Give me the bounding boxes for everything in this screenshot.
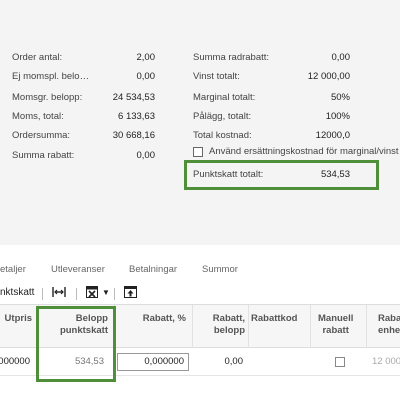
column-divider (248, 305, 249, 349)
summary-value: 24 534,53 (112, 91, 155, 103)
excel-export-icon[interactable] (86, 286, 98, 301)
header-line: Manuell (318, 313, 354, 324)
summary-row-ej-momspl-belopp: Ej momspl. belo… 0,00 (12, 68, 155, 84)
cell-rabatt-pct[interactable]: 0,000000 (144, 356, 184, 367)
summary-value: 30 668,16 (112, 129, 155, 141)
summary-label: Summa rabatt: (12, 149, 75, 161)
summary-label: Ordersumma: (12, 129, 71, 141)
summary-row-summa-radrabatt: Summa radrabatt: 0,00 (193, 49, 350, 65)
summary-value: 0,00 (331, 51, 351, 63)
fit-columns-icon[interactable] (52, 286, 66, 301)
toolbar-separator (114, 288, 115, 300)
summary-value: 12 000,00 (307, 70, 350, 82)
replacement-cost-checkbox[interactable] (193, 146, 203, 157)
summary-row-moms-total: Moms, total: 6 133,63 (12, 108, 155, 124)
summary-value: 50% (330, 91, 350, 103)
grid-toolbar: nktskatt ▼ (0, 285, 400, 303)
summary-row-summa-rabatt: Summa rabatt: 0,00 (12, 147, 155, 163)
summary-row-marginal-totalt: Marginal totalt: 50% (193, 89, 350, 105)
cell-rabatt-enhet[interactable]: 12 000, (372, 356, 400, 367)
column-divider (192, 305, 193, 349)
column-header-rabatt-belopp[interactable]: Rabatt, belopp (213, 313, 245, 337)
order-summary-panel: Order antal: 2,00 Ej momspl. belo… 0,00 … (0, 0, 400, 245)
toolbar-separator (42, 288, 43, 300)
tab-bar: etaljer Utleveranser Betalningar Summor (0, 264, 400, 278)
tab-summor[interactable]: Summor (202, 264, 238, 275)
summary-value: 100% (325, 110, 350, 122)
summary-label: Marginal totalt: (193, 91, 256, 103)
upload-icon[interactable] (124, 286, 137, 301)
summary-value: 0,00 (136, 70, 156, 82)
summary-label: Summa radrabatt: (193, 51, 270, 63)
column-header-manuell-rabatt[interactable]: Manuell rabatt (318, 313, 353, 337)
toolbar-punktskatt-button[interactable]: nktskatt (0, 287, 34, 298)
summary-value: 12000,0 (315, 129, 350, 141)
column-header-rabattkod[interactable]: Rabattkod (251, 313, 297, 325)
column-header-utpris[interactable]: Utpris (5, 313, 32, 325)
tab-utleveranser[interactable]: Utleveranser (51, 264, 105, 275)
tab-betalningar[interactable]: Betalningar (129, 264, 177, 275)
summary-value: 0,00 (136, 149, 156, 161)
manuell-rabatt-checkbox[interactable] (335, 357, 345, 367)
header-line: Raba (378, 313, 400, 324)
summary-row-vinst-totalt: Vinst totalt: 12 000,00 (193, 68, 350, 84)
header-line: belopp (213, 325, 245, 336)
tab-detaljer[interactable]: etaljer (0, 264, 26, 275)
summary-label: Total kostnad: (193, 129, 252, 141)
summary-label: Pålägg, totalt: (193, 110, 252, 122)
summary-value: 6 133,63 (118, 110, 155, 122)
summary-row-total-kostnad: Total kostnad: 12000,0 (193, 127, 350, 143)
cell-rabatt-belopp[interactable]: 0,00 (225, 356, 244, 367)
summary-label: Vinst totalt: (193, 70, 240, 82)
summary-label: Ej momspl. belo… (12, 70, 90, 82)
header-line: rabatt (322, 325, 349, 336)
replacement-cost-label: Använd ersättningskostnad för marginal/v… (209, 146, 399, 157)
column-header-rabatt-pct[interactable]: Rabatt, % (143, 313, 186, 325)
summary-label: Momsgr. belopp: (12, 91, 83, 103)
column-divider (310, 305, 311, 349)
summary-row-ordersumma: Ordersumma: 30 668,16 (12, 127, 155, 143)
chevron-down-icon[interactable]: ▼ (102, 288, 110, 297)
replacement-cost-checkbox-row[interactable]: Använd ersättningskostnad för marginal/v… (193, 146, 399, 157)
summary-row-momsgr-belopp: Momsgr. belopp: 24 534,53 (12, 89, 155, 105)
summary-value: 2,00 (136, 51, 156, 63)
toolbar-separator (76, 288, 77, 300)
cell-utpris[interactable]: 0,000000 (0, 356, 30, 367)
header-line: enhe (378, 325, 400, 336)
summary-row-order-antal: Order antal: 2,00 (12, 49, 155, 65)
summary-label: Moms, total: (12, 110, 64, 122)
column-header-rabatt-enhet[interactable]: Raba enhe (378, 313, 400, 337)
column-divider (366, 305, 367, 349)
punktskatt-total-highlight (184, 160, 379, 190)
summary-label: Order antal: (12, 51, 63, 63)
summary-row-palagg-totalt: Pålägg, totalt: 100% (193, 108, 350, 124)
header-line: Rabatt, (212, 313, 245, 324)
belopp-punktskatt-highlight (36, 306, 116, 382)
